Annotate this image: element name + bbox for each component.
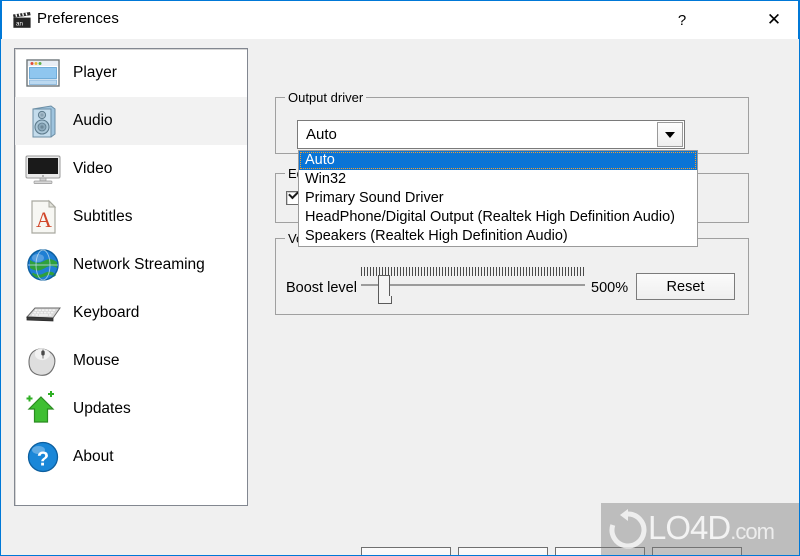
dropdown-option[interactable]: Primary Sound Driver [299, 189, 697, 208]
output-driver-selected-value: Auto [306, 126, 337, 143]
sidebar-item-audio[interactable]: Audio [15, 97, 247, 145]
sidebar-item-updates[interactable]: Updates [15, 385, 247, 433]
boost-level-label: Boost level [286, 280, 357, 296]
player-window-icon [23, 53, 63, 93]
keyboard-icon [23, 293, 63, 333]
window-title: Preferences [37, 10, 119, 27]
clapperboard-icon: an [13, 12, 31, 28]
mouse-icon [23, 341, 63, 381]
sidebar-item-label: Network Streaming [73, 256, 205, 273]
sidebar-item-mouse[interactable]: Mouse [15, 337, 247, 385]
titlebar-help-button[interactable]: ? [659, 1, 705, 39]
sidebar-item-label: Subtitles [73, 208, 133, 225]
sidebar-item-label: Mouse [73, 352, 120, 369]
chevron-down-icon[interactable] [657, 122, 683, 147]
dropdown-option[interactable]: Auto [299, 151, 697, 170]
reset-button[interactable]: Reset [636, 273, 735, 300]
slider-thumb[interactable] [378, 275, 392, 304]
sidebar-item-network-streaming[interactable]: Network Streaming [15, 241, 247, 289]
category-list[interactable]: Player Audio Video A Subtitles Network S… [14, 48, 248, 506]
output-driver-dropdown-list[interactable]: Auto Win32 Primary Sound Driver HeadPhon… [298, 150, 698, 247]
ok-button[interactable]: OK [361, 547, 451, 555]
green-up-arrow-icon [23, 389, 63, 429]
sidebar-item-player[interactable]: Player [15, 49, 247, 97]
sidebar-item-label: Updates [73, 400, 131, 417]
dropdown-option[interactable]: Speakers (Realtek High Definition Audio) [299, 227, 697, 246]
sidebar-item-keyboard[interactable]: Keyboard [15, 289, 247, 337]
sidebar-item-subtitles[interactable]: A Subtitles [15, 193, 247, 241]
sidebar-item-label: Keyboard [73, 304, 140, 321]
sidebar-item-about[interactable]: ? About [15, 433, 247, 481]
apply-button[interactable]: Apply [555, 547, 645, 555]
cancel-button[interactable]: Cancel [458, 547, 548, 555]
speaker-icon [23, 101, 63, 141]
dropdown-option[interactable]: HeadPhone/Digital Output (Realtek High D… [299, 208, 697, 227]
slider-track [361, 284, 585, 286]
subtitle-document-icon: A [23, 197, 63, 237]
sidebar-item-label: Video [73, 160, 113, 177]
slider-ticks [361, 267, 585, 276]
title-bar: an Preferences ? ✕ [1, 0, 799, 39]
blue-question-icon: ? [23, 437, 63, 477]
dropdown-option[interactable]: Win32 [299, 170, 697, 189]
sidebar-item-label: Player [73, 64, 117, 81]
client-area: Player Audio Video A Subtitles Network S… [1, 39, 799, 555]
close-icon[interactable]: ✕ [751, 1, 797, 39]
svg-text:an: an [16, 20, 23, 27]
monitor-icon [23, 149, 63, 189]
boost-level-value: 500% [591, 280, 629, 296]
svg-text:?: ? [37, 449, 49, 471]
globe-icon [23, 245, 63, 285]
sidebar-item-label: Audio [73, 112, 113, 129]
output-driver-group-label: Output driver [285, 90, 367, 105]
boost-level-slider[interactable] [361, 267, 585, 304]
sidebar-item-video[interactable]: Video [15, 145, 247, 193]
sidebar-item-label: About [73, 448, 114, 465]
svg-text:A: A [36, 207, 52, 232]
help-button[interactable]: Help [652, 547, 742, 555]
output-driver-combobox[interactable]: Auto [297, 120, 685, 149]
preferences-window: an Preferences ? ✕ Player Audio Video A … [0, 0, 800, 556]
